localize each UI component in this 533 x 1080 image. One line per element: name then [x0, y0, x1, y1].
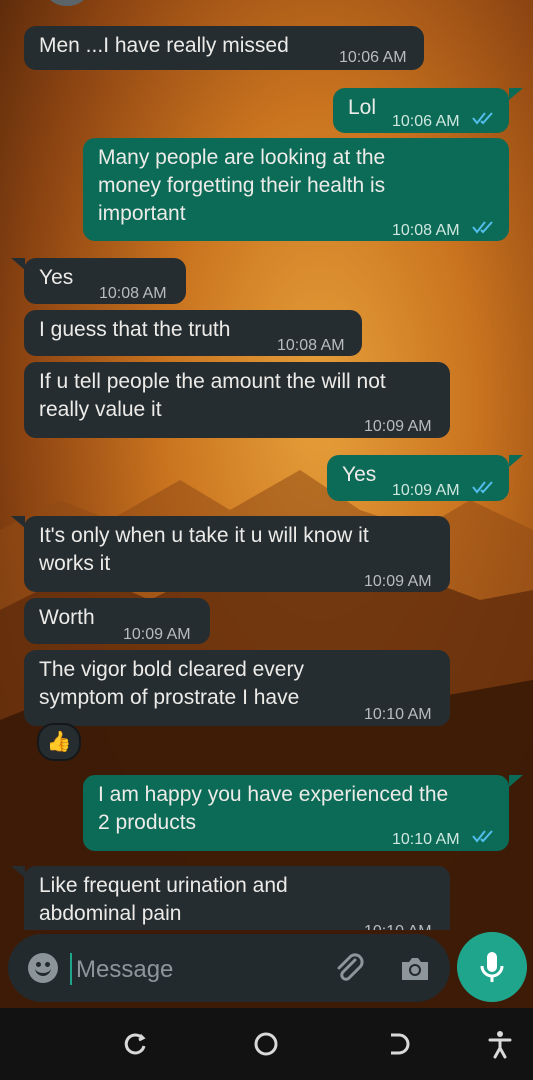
recents-icon[interactable]	[116, 1026, 152, 1062]
message-composer	[8, 934, 450, 1002]
mic-button[interactable]	[457, 932, 527, 1002]
text-cursor	[70, 953, 72, 985]
avatar[interactable]	[42, 0, 92, 6]
message-incoming[interactable]: Like frequent urination and abdominal pa…	[24, 866, 450, 930]
accessibility-icon[interactable]	[482, 1026, 518, 1062]
message-text: Yes	[342, 463, 377, 486]
bubble-tail	[11, 866, 25, 878]
message-time: 10:10 AM	[364, 918, 432, 930]
message-text: Many people are looking at the money for…	[98, 146, 386, 225]
message-time: 10:08 AM	[277, 337, 345, 354]
double-check-icon	[472, 112, 493, 125]
double-check-icon	[472, 830, 493, 843]
system-navigation-bar	[0, 1008, 533, 1080]
bubble-tail	[11, 516, 25, 528]
message-text: Yes	[39, 266, 74, 289]
double-check-icon	[472, 481, 493, 494]
message-incoming[interactable]: Men ...I have really missed 10:06 AM	[24, 26, 424, 70]
bubble-tail	[509, 88, 523, 100]
message-time: 10:10 AM	[392, 831, 460, 848]
reaction-thumbs-up-icon[interactable]: 👍	[37, 723, 81, 761]
message-incoming[interactable]: The vigor bold cleared every symptom of …	[24, 650, 450, 726]
camera-icon[interactable]	[398, 952, 432, 986]
message-outgoing[interactable]: I am happy you have experienced the 2 pr…	[83, 775, 509, 851]
message-text: I guess that the truth	[39, 318, 231, 341]
message-text: If u tell people the amount the will not…	[39, 370, 386, 421]
message-outgoing[interactable]: Yes 10:09 AM	[327, 455, 509, 501]
message-time: 10:10 AM	[364, 706, 432, 723]
bubble-tail	[11, 258, 25, 270]
message-time: 10:06 AM	[392, 113, 460, 130]
bubble-tail	[509, 775, 523, 787]
paperclip-icon[interactable]	[333, 952, 367, 986]
message-incoming[interactable]: Worth 10:09 AM	[24, 598, 210, 644]
message-time: 10:09 AM	[364, 418, 432, 435]
message-list[interactable]: Men ...I have really missed 10:06 AM Lol…	[0, 0, 533, 930]
bubble-tail	[509, 455, 523, 467]
message-text: It's only when u take it u will know it …	[39, 524, 369, 575]
mic-icon	[480, 952, 504, 982]
message-input[interactable]	[74, 951, 318, 989]
message-text: The vigor bold cleared every symptom of …	[39, 658, 304, 709]
message-incoming[interactable]: Yes 10:08 AM	[24, 258, 186, 304]
message-incoming[interactable]: It's only when u take it u will know it …	[24, 516, 450, 592]
home-icon[interactable]	[248, 1026, 284, 1062]
back-icon[interactable]	[381, 1026, 417, 1062]
message-text: Men ...I have really missed	[39, 34, 289, 57]
message-text: Lol	[348, 96, 377, 119]
message-outgoing[interactable]: Lol 10:06 AM	[333, 88, 509, 133]
message-time: 10:08 AM	[99, 285, 167, 302]
message-time: 10:09 AM	[392, 482, 460, 499]
double-check-icon	[472, 221, 493, 234]
message-text: Like frequent urination and abdominal pa…	[39, 874, 288, 925]
message-time: 10:09 AM	[123, 626, 191, 643]
emoji-icon[interactable]	[28, 953, 58, 983]
message-incoming[interactable]: If u tell people the amount the will not…	[24, 362, 450, 438]
message-time: 10:09 AM	[364, 573, 432, 590]
message-text: Worth	[39, 606, 95, 629]
message-outgoing[interactable]: Many people are looking at the money for…	[83, 138, 509, 241]
message-time: 10:06 AM	[339, 49, 407, 66]
message-time: 10:08 AM	[392, 222, 460, 239]
message-incoming[interactable]: I guess that the truth 10:08 AM	[24, 310, 362, 356]
